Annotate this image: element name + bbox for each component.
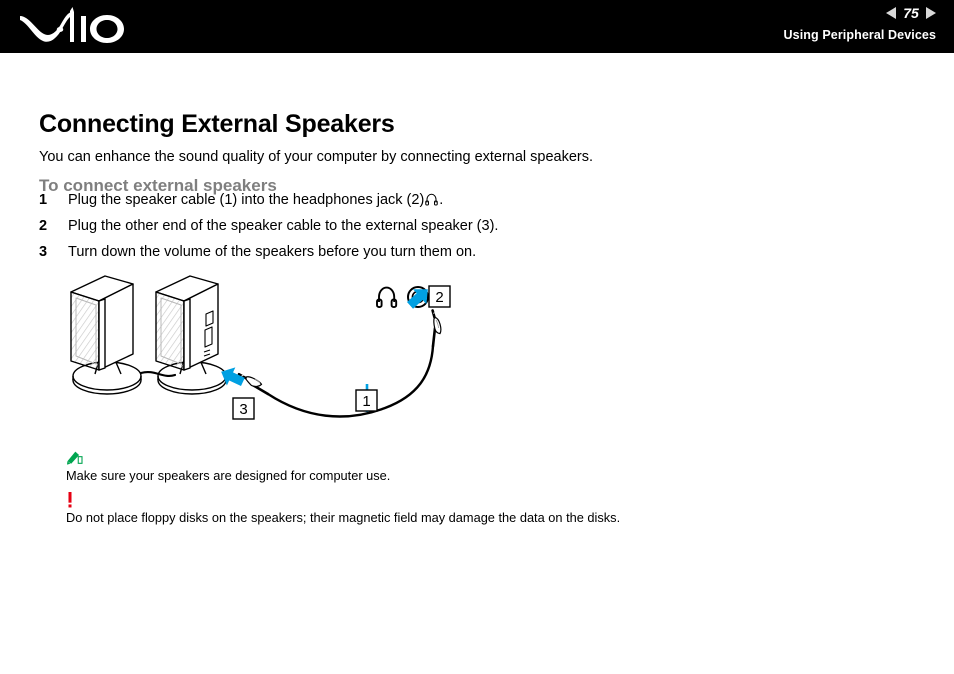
svg-text:2: 2 (435, 289, 443, 306)
step-number: 3 (39, 244, 48, 260)
callout-3: 3 (232, 397, 255, 420)
next-page-arrow-icon[interactable] (926, 7, 936, 19)
note-text: Do not place floppy disks on the speaker… (66, 510, 621, 525)
page-navigation: 75 (784, 3, 936, 23)
step-text: Plug the speaker cable (1) into the head… (68, 192, 443, 210)
svg-text:3: 3 (239, 401, 247, 418)
note-tip: Make sure your speakers are designed for… (66, 450, 390, 485)
step-text: Turn down the volume of the speakers bef… (68, 244, 477, 260)
speaker-cable (266, 344, 435, 418)
callout-2: 2 (428, 285, 451, 308)
previous-page-arrow-icon[interactable] (886, 7, 896, 19)
step-number: 1 (39, 192, 48, 208)
note-pencil-icon (66, 450, 390, 466)
callout-1: 1 (355, 384, 378, 412)
page-title: Connecting External Speakers (39, 109, 395, 138)
headphones-icon (425, 193, 439, 210)
step-item: 2 Plug the other end of the speaker cabl… (39, 218, 739, 244)
header-right-group: 75 Using Peripheral Devices (784, 3, 936, 42)
procedure-steps: 1 Plug the speaker cable (1) into the he… (39, 192, 739, 270)
step-number: 2 (39, 218, 48, 234)
page-number: 75 (903, 5, 919, 21)
page-header-bar: 75 Using Peripheral Devices (0, 0, 954, 53)
section-label: Using Peripheral Devices (783, 28, 936, 42)
headphones-icon (376, 286, 398, 309)
note-warning: Do not place floppy disks on the speaker… (66, 492, 620, 527)
jack-end-plug (431, 309, 442, 348)
note-text: Make sure your speakers are designed for… (66, 468, 391, 483)
step-text: Plug the other end of the speaker cable … (68, 218, 499, 234)
warning-exclamation-icon (66, 492, 620, 508)
step-item: 3 Turn down the volume of the speakers b… (39, 244, 739, 270)
step-text-main: Plug the speaker cable (1) into the head… (68, 192, 425, 208)
step-text-trailing: . (439, 192, 444, 208)
svg-text:1: 1 (362, 393, 370, 410)
step-item: 1 Plug the speaker cable (1) into the he… (39, 192, 739, 218)
external-speakers-connection-diagram: 2 3 1 (55, 268, 495, 448)
intro-paragraph: You can enhance the sound quality of you… (39, 148, 594, 165)
vaio-logo (18, 6, 136, 46)
